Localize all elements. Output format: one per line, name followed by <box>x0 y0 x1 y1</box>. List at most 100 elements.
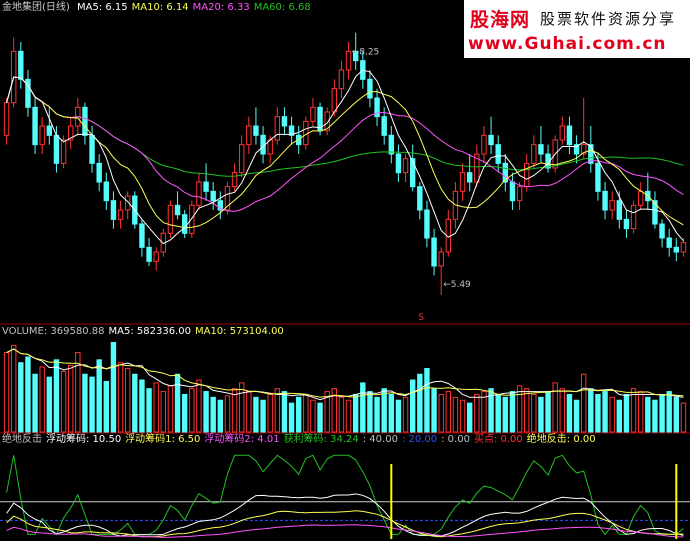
volume-bar <box>89 376 95 433</box>
candle-body <box>89 134 95 164</box>
volume-bar <box>274 388 281 433</box>
volume-bar <box>253 396 259 433</box>
price-panel-header: 金地集团(日线) MA5: 6.15 MA10: 6.14 MA20: 6.33 MA… <box>2 2 319 14</box>
candle-body <box>281 116 288 127</box>
volume-bar <box>67 365 74 433</box>
watermark-logo: 股海网 股票软件资源分享 www.Guhai.com.cn <box>464 0 690 58</box>
volume-bar <box>345 399 352 433</box>
volume-bar <box>217 399 224 433</box>
volume-bar <box>82 373 88 433</box>
candle-body <box>167 204 174 234</box>
candle-body <box>566 125 573 146</box>
candle-body <box>438 251 444 267</box>
candle-body <box>196 181 202 206</box>
stock-chart[interactable]: ←8.25 ←5.49 S <box>0 0 690 541</box>
candle-body <box>409 158 416 188</box>
volume-bar <box>203 391 209 433</box>
volume-bar <box>559 388 566 433</box>
candle-body <box>531 144 537 164</box>
volume-bar <box>381 388 387 433</box>
volume-bar <box>360 382 366 433</box>
volume-bar <box>431 388 437 433</box>
volume-bar <box>573 399 580 433</box>
candle-body <box>238 144 245 174</box>
volume-bar <box>495 393 501 433</box>
volume-bar <box>552 382 558 433</box>
volume-bar <box>132 373 138 433</box>
candle-body <box>459 172 466 192</box>
candle-body <box>538 144 544 155</box>
volume-bar <box>25 356 31 433</box>
volume-bar <box>645 396 651 433</box>
watermark-brand: 股海网 <box>470 9 531 31</box>
volume-bar <box>338 396 345 433</box>
candle-body <box>595 162 601 192</box>
indicator-label-2: 浮动筹码1: 6.50 <box>125 434 201 445</box>
candle-body <box>424 209 430 239</box>
volume-bar <box>637 391 644 433</box>
volume-bar <box>267 393 273 433</box>
indicator-label-5: : 40.00 <box>362 434 398 445</box>
candle-body <box>345 50 352 71</box>
volume-bar <box>616 399 623 433</box>
candle-body <box>60 139 67 164</box>
candle-body <box>210 190 216 202</box>
volume-bar <box>452 396 459 433</box>
candle-body <box>431 237 437 267</box>
signal-marker: S <box>418 313 424 323</box>
candle-body <box>481 134 487 155</box>
volume-bar <box>117 362 124 433</box>
volume-bar <box>260 399 266 433</box>
volume-bar <box>18 362 24 433</box>
candle-body <box>303 120 309 146</box>
ma-label-1: MA10: 6.14 <box>131 2 189 13</box>
volume-bar <box>288 402 295 433</box>
candle-body <box>139 223 145 248</box>
candle-body <box>680 242 687 253</box>
volume-bar <box>3 352 10 433</box>
candle-body <box>381 116 387 136</box>
candle-body <box>417 186 423 211</box>
volume-bar <box>445 391 452 433</box>
candle-body <box>630 204 637 230</box>
volume-bar <box>652 399 658 433</box>
candle-body <box>246 125 252 146</box>
volume-bar <box>352 393 359 433</box>
volume-bar <box>246 391 252 433</box>
volume-bar <box>174 373 181 433</box>
volume-bar <box>367 391 373 433</box>
candle-body <box>338 69 345 90</box>
floating-chips1-line <box>6 510 684 538</box>
volume-bar <box>538 396 544 433</box>
volume-bar <box>588 388 594 433</box>
candle-body <box>82 106 88 136</box>
volume-bar <box>609 396 615 433</box>
volume-bar <box>680 402 687 433</box>
stock-title: 金地集团(日线) <box>2 2 70 13</box>
candle-body <box>189 204 195 234</box>
volume-bar <box>210 396 216 433</box>
candle-body <box>331 88 338 113</box>
indicator-panel-header: 绝地反击 浮动筹码: 10.50 浮动筹码1: 6.50 浮动筹码2: 4.01 获利筹… <box>2 434 600 446</box>
volume-bar <box>310 399 316 433</box>
volume-bar <box>673 396 680 433</box>
watermark-slogan: 股票软件资源分享 <box>540 10 677 28</box>
candle-body <box>96 162 102 183</box>
candle-body <box>53 134 60 164</box>
candle-body <box>103 181 110 202</box>
volume-bar <box>374 396 380 433</box>
volume-bar <box>466 402 473 433</box>
volume-label-0: VOLUME: 369580.88 <box>2 326 105 337</box>
volume-bar <box>388 393 395 433</box>
volume-bar <box>602 391 608 433</box>
candle-body <box>609 200 615 211</box>
indicator-label-7: : 0.00 <box>441 434 470 445</box>
indicator-label-3: 浮动筹码2: 4.01 <box>204 434 280 445</box>
candle-body <box>110 200 117 220</box>
candle-body <box>402 158 409 174</box>
candle-body <box>666 237 672 248</box>
volume-bar <box>424 367 430 433</box>
candle-body <box>274 116 281 141</box>
candle-body <box>388 134 395 155</box>
volume-bar <box>295 396 302 433</box>
